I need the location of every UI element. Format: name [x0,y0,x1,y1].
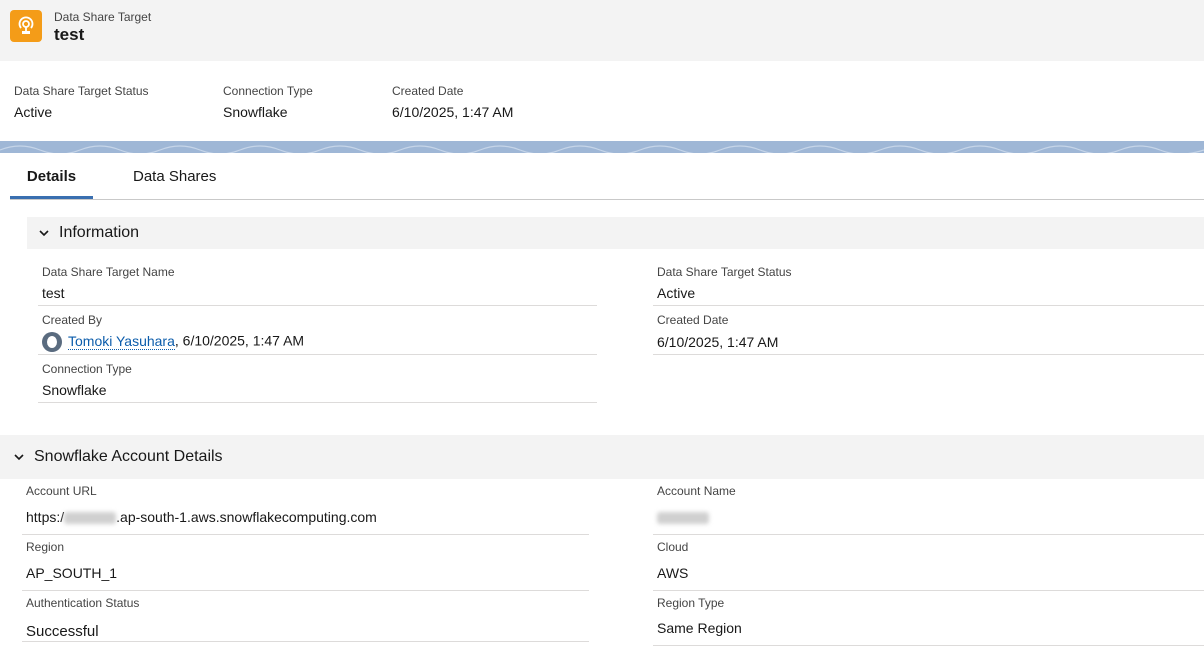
highlight-label: Created Date [392,84,464,98]
field-label: Data Share Target Status [657,265,792,279]
data-share-target-icon [10,10,42,42]
field-value: Snowflake [42,382,107,398]
section-title: Information [59,224,140,241]
object-type-label: Data Share Target [54,10,152,24]
redacted-block [657,512,709,525]
field-label: Data Share Target Name [42,265,175,279]
field-label: Created Date [657,313,729,327]
highlight-connection-type: Connection Type Snowflake [223,84,313,120]
field-account-url: Account URL https:/ .ap-south-1.aws.snowf… [22,482,589,535]
field-created-date: Created Date 6/10/2025, 1:47 AM [653,311,1204,355]
account-url-value: https:/ .ap-south-1.aws.snowflakecomputin… [26,509,377,525]
field-value: AWS [657,565,689,581]
field-label: Region [26,540,65,554]
highlight-value: Snowflake [223,104,288,120]
created-by-date: , 6/10/2025, 1:47 AM [174,332,305,349]
account-url-suffix: .ap-south-1.aws.snowflakecomputing.com [116,509,377,525]
field-data-share-target-status: Data Share Target Status Active [653,262,1204,306]
field-value: Successful [26,623,99,640]
field-region-type: Region Type Same Region [653,594,1204,646]
field-cloud: Cloud AWS [653,538,1204,591]
field-label: Connection Type [42,362,132,376]
field-region: Region AP_SOUTH_1 [22,538,589,591]
field-label: Cloud [657,540,689,554]
information-section-header[interactable]: Information [27,217,1204,249]
field-label: Account URL [26,484,97,498]
highlight-label: Data Share Target Status [14,84,149,98]
highlight-value: 6/10/2025, 1:47 AM [392,104,514,120]
field-value: Active [657,285,696,301]
highlight-value: Active [14,104,53,120]
account-name-value [657,509,709,525]
page-header: Data Share Target test [0,0,1204,61]
snowflake-section-header[interactable]: Snowflake Account Details [0,435,1204,479]
field-created-by: Created By Tomoki Yasuhara, 6/10/2025, 1… [38,311,597,355]
highlights-panel: Data Share Target Status Active Connecti… [0,61,1204,141]
field-label: Created By [42,313,103,327]
chevron-down-icon [37,226,51,240]
field-label: Authentication Status [26,596,140,610]
field-value: 6/10/2025, 1:47 AM [657,334,779,350]
highlight-created-date: Created Date 6/10/2025, 1:47 AM [392,84,513,120]
avatar [42,332,62,352]
field-value: test [42,285,65,301]
field-value: AP_SOUTH_1 [26,565,118,581]
field-authentication-status: Authentication Status Successful [22,594,589,642]
decorative-band [0,141,1204,153]
chevron-down-icon [12,450,26,464]
tab-details[interactable]: Details [10,153,93,199]
record-tabs: Details Data Shares [10,153,1204,200]
field-connection-type: Connection Type Snowflake [38,360,597,403]
created-by-user-link[interactable]: Tomoki Yasuhara [68,332,175,350]
created-by-value: Tomoki Yasuhara, 6/10/2025, 1:47 AM [42,332,304,352]
account-url-prefix: https:/ [26,509,65,525]
field-data-share-target-name: Data Share Target Name test [38,262,597,306]
tab-data-shares[interactable]: Data Shares [133,153,216,199]
highlight-label: Connection Type [223,84,313,98]
field-label: Account Name [657,484,736,498]
field-value: Same Region [657,620,742,636]
field-account-name: Account Name [653,482,1204,535]
field-label: Region Type [657,596,725,610]
section-title: Snowflake Account Details [34,448,223,465]
record-name: test [54,25,85,44]
highlight-status: Data Share Target Status Active [14,84,149,120]
redacted-block [64,512,117,525]
